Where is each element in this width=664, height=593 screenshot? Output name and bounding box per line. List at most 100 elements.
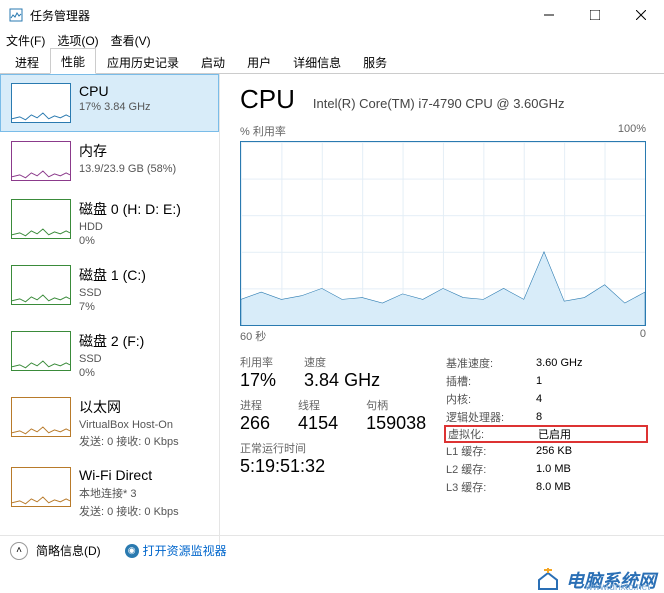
proc-label: 进程: [240, 397, 270, 413]
speed-label: 速度: [304, 354, 380, 370]
chart-line: [241, 142, 645, 325]
sidebar-item-sub: 13.9/23.9 GB (58%): [79, 163, 176, 175]
sidebar-item-sub: 17% 3.84 GHz: [79, 101, 151, 113]
menu-file[interactable]: 文件(F): [6, 32, 45, 49]
fewer-details-icon[interactable]: ˄: [10, 542, 28, 560]
bottom-bar: ˄ 简略信息(D) ◉ 打开资源监视器: [0, 535, 664, 565]
spec-key: 内核:: [446, 391, 536, 407]
resource-monitor-label: 打开资源监视器: [143, 542, 227, 559]
spec-key: L1 缓存:: [446, 443, 536, 459]
sidebar-item-name: 磁盘 2 (F:): [79, 331, 144, 351]
sidebar-item-5[interactable]: 以太网 VirtualBox Host-On 发送: 0 接收: 0 Kbps: [0, 388, 219, 458]
tab-bar: 进程性能应用历史记录启动用户详细信息服务: [0, 50, 664, 74]
tab-应用历史记录[interactable]: 应用历史记录: [96, 49, 190, 74]
main-area: CPU 17% 3.84 GHz 内存 13.9/23.9 GB (58%) 磁盘 0 …: [0, 74, 664, 546]
sidebar-item-name: 内存: [79, 141, 176, 161]
sidebar-item-sub: VirtualBox Host-On: [79, 419, 179, 431]
menu-options[interactable]: 选项(O): [57, 32, 98, 49]
spec-value: 4: [536, 393, 542, 405]
sidebar-thumb: [11, 467, 71, 507]
sidebar-thumb: [11, 83, 71, 123]
tab-性能[interactable]: 性能: [50, 48, 96, 74]
spec-row: 基准速度:3.60 GHz: [446, 354, 646, 372]
spec-row: 内核:4: [446, 390, 646, 408]
maximize-button[interactable]: [572, 0, 618, 30]
spec-value: 已启用: [538, 426, 571, 442]
uptime-label: 正常运行时间: [240, 440, 446, 456]
sidebar-item-sub2: 发送: 0 接收: 0 Kbps: [79, 433, 179, 449]
sidebar-item-0[interactable]: CPU 17% 3.84 GHz: [0, 74, 219, 132]
sidebar-item-name: 磁盘 0 (H: D: E:): [79, 199, 181, 219]
spec-key: L3 缓存:: [446, 479, 536, 495]
handle-value: 159038: [366, 413, 426, 434]
menu-bar: 文件(F) 选项(O) 查看(V): [0, 30, 664, 50]
detail-panel: CPU Intel(R) Core(TM) i7-4790 CPU @ 3.60…: [220, 74, 664, 546]
sidebar-thumb: [11, 265, 71, 305]
watermark: 电脑系统网 www.dnxtc.net: [536, 567, 656, 593]
sidebar-item-3[interactable]: 磁盘 1 (C:)SSD7%: [0, 256, 219, 322]
proc-value: 266: [240, 413, 270, 434]
spec-value: 8.0 MB: [536, 481, 571, 493]
x-axis-left: 60 秒: [240, 328, 266, 344]
sidebar-item-name: 磁盘 1 (C:): [79, 265, 146, 285]
sidebar-thumb: [11, 397, 71, 437]
menu-view[interactable]: 查看(V): [111, 32, 151, 49]
sidebar-item-sub2: 发送: 0 接收: 0 Kbps: [79, 503, 179, 519]
sidebar-item-sub: HDD: [79, 221, 181, 233]
detail-title: CPU: [240, 84, 295, 115]
sidebar-thumb: [11, 141, 71, 181]
minimize-button[interactable]: [526, 0, 572, 30]
sidebar[interactable]: CPU 17% 3.84 GHz 内存 13.9/23.9 GB (58%) 磁盘 0 …: [0, 74, 220, 546]
tab-服务[interactable]: 服务: [352, 49, 398, 74]
specs-table: 基准速度:3.60 GHz插槽:1内核:4逻辑处理器:8虚拟化:已启用L1 缓存…: [446, 354, 646, 496]
thread-label: 线程: [298, 397, 338, 413]
close-button[interactable]: [618, 0, 664, 30]
sidebar-item-name: Wi-Fi Direct: [79, 467, 179, 483]
spec-row: L3 缓存:8.0 MB: [446, 478, 646, 496]
spec-value: 8: [536, 411, 542, 423]
uptime-value: 5:19:51:32: [240, 456, 446, 477]
tab-启动[interactable]: 启动: [190, 49, 236, 74]
sidebar-item-sub2: 0%: [79, 367, 144, 379]
sidebar-item-sub: 本地连接* 3: [79, 485, 179, 501]
sidebar-thumb: [11, 199, 71, 239]
sidebar-item-2[interactable]: 磁盘 0 (H: D: E:)HDD0%: [0, 190, 219, 256]
sidebar-item-sub: SSD: [79, 287, 146, 299]
sidebar-item-6[interactable]: Wi-Fi Direct 本地连接* 3 发送: 0 接收: 0 Kbps: [0, 458, 219, 528]
thread-value: 4154: [298, 413, 338, 434]
spec-row: 插槽:1: [446, 372, 646, 390]
window-controls: [526, 0, 664, 30]
sidebar-item-name: 以太网: [79, 397, 179, 417]
spec-key: L2 缓存:: [446, 461, 536, 477]
spec-key: 虚拟化:: [448, 426, 538, 442]
tab-详细信息[interactable]: 详细信息: [282, 49, 352, 74]
fewer-details-label[interactable]: 简略信息(D): [36, 542, 101, 559]
resource-monitor-icon: ◉: [125, 544, 139, 558]
tab-进程[interactable]: 进程: [4, 49, 50, 74]
watermark-url: www.dnxtc.net: [586, 582, 650, 593]
cpu-chart[interactable]: [240, 141, 646, 326]
app-icon: [8, 7, 24, 23]
maximize-icon: [590, 10, 600, 20]
spec-value: 1: [536, 375, 542, 387]
sidebar-item-name: CPU: [79, 83, 151, 99]
spec-key: 基准速度:: [446, 355, 536, 371]
tab-用户[interactable]: 用户: [236, 49, 282, 74]
spec-row: L1 缓存:256 KB: [446, 442, 646, 460]
close-icon: [636, 10, 646, 20]
sidebar-item-1[interactable]: 内存 13.9/23.9 GB (58%): [0, 132, 219, 190]
sidebar-thumb: [11, 331, 71, 371]
watermark-logo-icon: [536, 568, 560, 592]
cpu-model: Intel(R) Core(TM) i7-4790 CPU @ 3.60GHz: [313, 96, 565, 111]
spec-row: L2 缓存:1.0 MB: [446, 460, 646, 478]
spec-row: 虚拟化:已启用: [444, 425, 648, 443]
sidebar-item-4[interactable]: 磁盘 2 (F:) SSD 0%: [0, 322, 219, 388]
sidebar-item-sub: SSD: [79, 353, 144, 365]
util-value: 17%: [240, 370, 276, 391]
util-label: 利用率: [240, 354, 276, 370]
speed-value: 3.84 GHz: [304, 370, 380, 391]
handle-label: 句柄: [366, 397, 426, 413]
open-resource-monitor-link[interactable]: ◉ 打开资源监视器: [125, 542, 227, 559]
x-axis-right: 0: [640, 328, 646, 344]
y-axis-max: 100%: [618, 123, 646, 139]
